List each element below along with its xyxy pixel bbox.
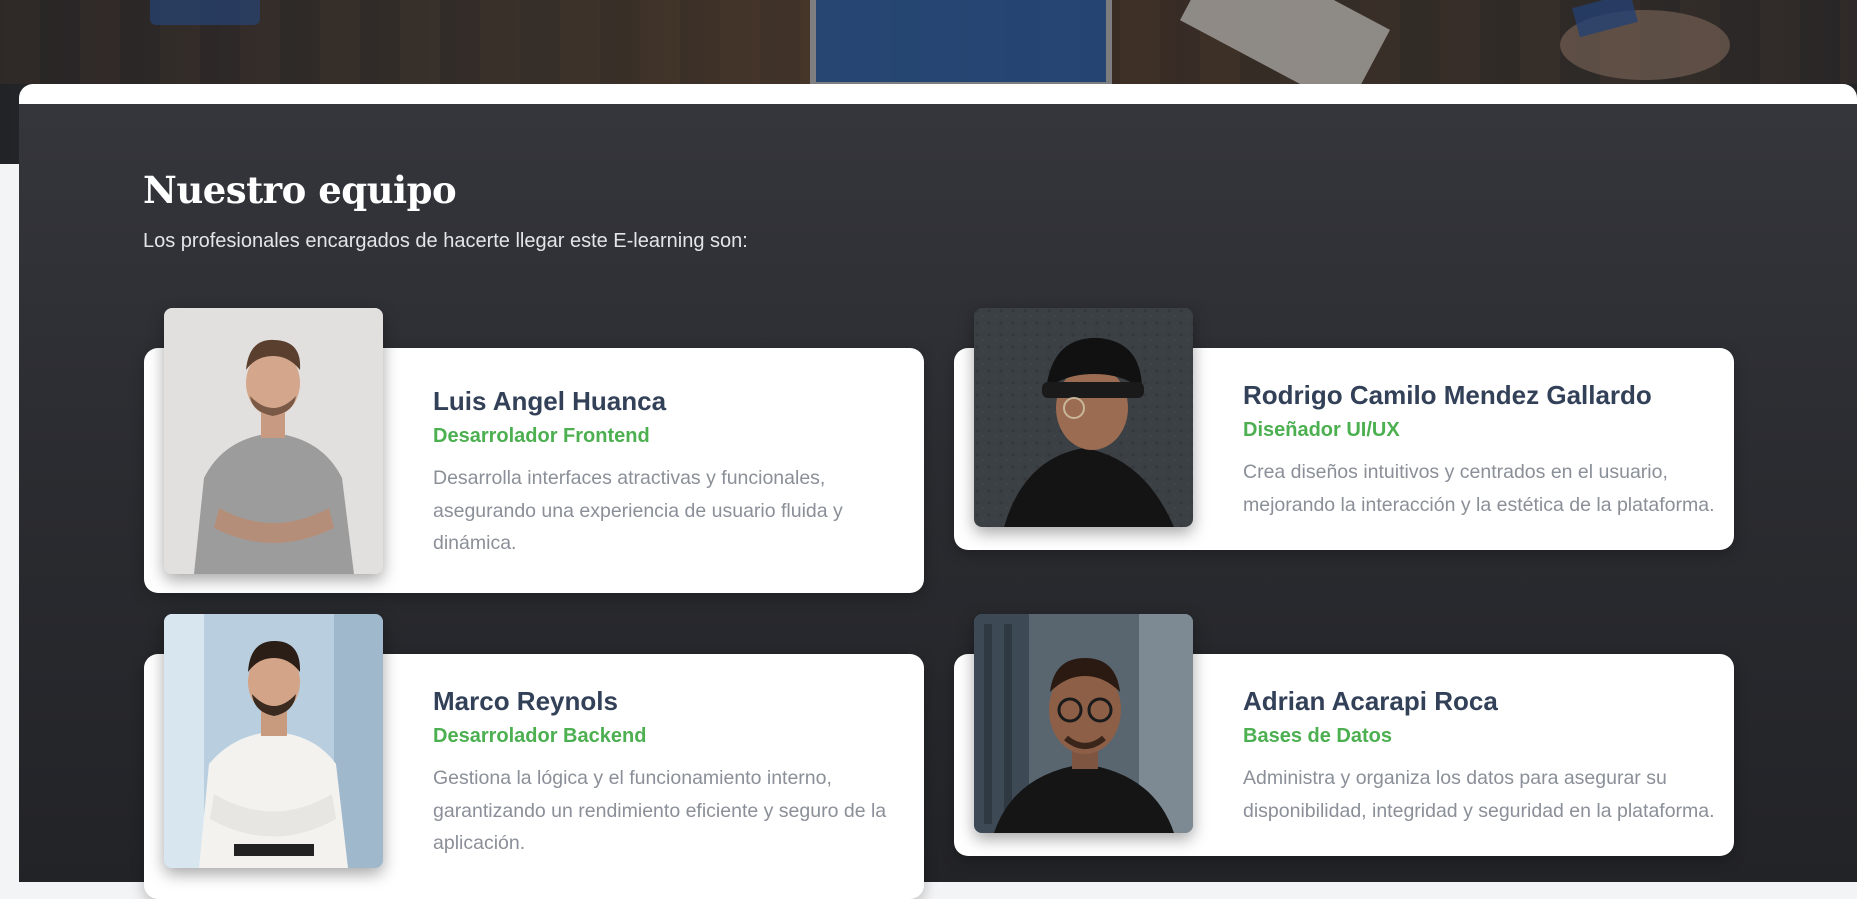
member-name: Rodrigo Camilo Mendez Gallardo (1243, 380, 1652, 410)
section-title: Nuestro equipo (143, 168, 457, 212)
member-description: Desarrolla interfaces atractivas y funci… (433, 467, 843, 554)
team-section: Nuestro equipo Los profesionales encarga… (19, 104, 1857, 899)
member-name: Marco Reynols (433, 686, 618, 716)
section-subtitle: Los profesionales encargados de hacerte … (143, 230, 748, 252)
member-description: Crea diseños intuitivos y centrados en e… (1243, 461, 1715, 516)
member-role: Diseñador UI/UX (1243, 419, 1400, 441)
member-description: Gestiona la lógica y el funcionamiento i… (433, 767, 887, 854)
member-photo (974, 308, 1193, 527)
member-name: Luis Angel Huanca (433, 386, 667, 416)
member-role: Desarrolador Backend (433, 725, 647, 747)
member-photo (974, 614, 1193, 833)
member-photo (164, 308, 383, 574)
member-name: Adrian Acarapi Roca (1243, 686, 1498, 716)
member-role: Desarrolador Frontend (433, 425, 650, 447)
member-photo (164, 614, 383, 868)
member-description: Administra y organiza los datos para ase… (1243, 767, 1715, 822)
member-role: Bases de Datos (1243, 725, 1392, 747)
